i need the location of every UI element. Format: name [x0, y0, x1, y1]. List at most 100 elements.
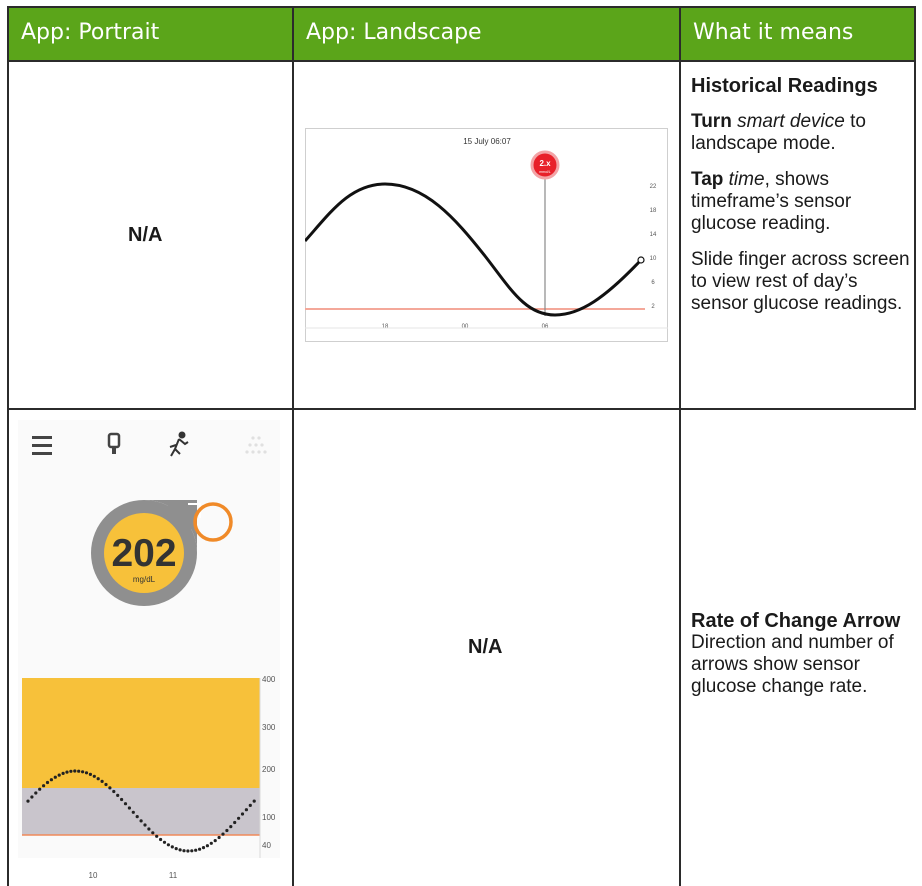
grid-line — [7, 6, 9, 886]
glucose-dot — [174, 847, 178, 851]
curve-end-point — [637, 256, 645, 264]
rate-of-change-description: Rate of Change Arrow Direction and numbe… — [691, 610, 906, 698]
y-tick-label: 40 — [262, 841, 271, 850]
glucose-dot — [190, 849, 194, 853]
menu-icon[interactable] — [32, 436, 52, 455]
glucose-dot — [69, 769, 73, 773]
glucose-dot — [139, 819, 143, 823]
glucose-dot — [244, 808, 248, 812]
glucose-dot — [116, 793, 120, 797]
glucose-dot — [73, 769, 77, 773]
glucose-dot — [248, 803, 252, 807]
y-tick-label: 100 — [262, 813, 276, 822]
glucose-dot — [57, 773, 61, 777]
glucose-dot — [194, 848, 198, 852]
glucose-dot — [65, 770, 69, 774]
glucose-dot — [34, 791, 38, 795]
grid-line — [679, 6, 681, 886]
glucose-dot — [252, 799, 256, 803]
glucose-dot — [42, 784, 46, 788]
glucose-dot — [131, 810, 135, 814]
glucose-dot — [38, 787, 42, 791]
grid-line — [7, 408, 916, 410]
glucose-dot — [201, 846, 206, 850]
glucose-dot — [147, 827, 151, 831]
chart-datetime: 15 July 06:07 — [463, 137, 511, 146]
y-tick-label: 22 — [650, 184, 657, 190]
glucose-dot — [159, 837, 163, 842]
y-tick-label: 14 — [650, 232, 657, 238]
glucose-dot — [221, 832, 225, 836]
grid-line — [292, 6, 294, 886]
glucose-dot — [229, 825, 233, 829]
x-tick-label: 11 — [169, 871, 178, 880]
glucose-dot — [182, 849, 186, 853]
glucose-dot — [233, 820, 237, 825]
glucose-dot — [96, 777, 100, 781]
glucose-dot — [240, 812, 245, 816]
desc-text: Direction and number of arrows show sens… — [691, 632, 894, 697]
glucose-dot — [53, 775, 57, 779]
svg-text:mmol/L: mmol/L — [539, 170, 551, 174]
glucose-dot — [92, 774, 96, 778]
reading-marker: 2.x mmol/L — [530, 150, 560, 180]
grid-line — [914, 6, 916, 410]
glucose-dot — [162, 840, 167, 844]
y-tick-label: 18 — [650, 208, 657, 214]
x-tick-label: 10 — [89, 871, 98, 880]
header-portrait: App: Portrait — [9, 6, 292, 60]
glucose-dot — [120, 797, 124, 802]
desc-step-slide: Slide finger across screen to view rest … — [691, 249, 910, 314]
glucose-dot — [112, 789, 116, 794]
reading-value: 202 — [111, 532, 176, 575]
glucose-dot — [30, 795, 34, 799]
historical-description: Historical Readings Turn smart device to… — [691, 75, 911, 329]
glucose-dot — [108, 786, 112, 790]
y-tick-label: 400 — [262, 675, 276, 684]
glucose-dot — [198, 847, 202, 851]
y-tick-label: 300 — [262, 723, 276, 732]
glucose-dot — [166, 843, 170, 847]
glucose-dot — [45, 780, 50, 785]
desc-title: Historical Readings — [691, 75, 878, 97]
glucose-dot — [237, 816, 241, 820]
glucose-dot — [135, 815, 139, 819]
glucose-dot — [104, 782, 108, 787]
glucose-dot — [88, 772, 92, 776]
desc-step-tap: Tap time, shows timeframe’s sensor gluco… — [691, 169, 852, 234]
glucose-dot — [186, 849, 190, 853]
glucose-dot — [61, 771, 65, 775]
landscape-history-chart: 15 July 06:07 2.x mmol/L 2218141062 18 00… — [305, 128, 668, 342]
glucose-dot — [213, 839, 217, 843]
svg-text:2.x: 2.x — [539, 159, 551, 168]
x-tick-label: 18 — [382, 324, 389, 330]
glucose-dot — [84, 771, 89, 775]
glucose-dot — [205, 844, 209, 848]
desc-title: Rate of Change Arrow — [691, 610, 901, 632]
portrait-na: N/A — [128, 224, 163, 246]
portrait-app-screen: 202 mg/dL 400 300 200 100 40 10 11 — [18, 420, 280, 886]
glucose-dot — [143, 823, 147, 827]
glucose-dot — [127, 806, 131, 810]
glucose-dot — [225, 828, 229, 833]
reading-unit: mg/dL — [133, 575, 156, 584]
glucose-dot — [100, 779, 104, 783]
glucose-dot — [123, 802, 128, 806]
glucose-dot — [151, 831, 155, 835]
glucose-dot — [217, 835, 221, 840]
glucose-dot — [26, 799, 30, 803]
grid-line — [7, 6, 916, 8]
desc-step-turn: Turn smart device to landscape mode. — [691, 111, 866, 154]
y-tick-label: 200 — [262, 765, 276, 774]
x-tick-label: 00 — [462, 324, 469, 330]
glucose-dot — [155, 834, 159, 838]
glucose-dot — [77, 769, 81, 773]
header-landscape: App: Landscape — [294, 6, 679, 60]
glucose-dot — [49, 778, 53, 782]
header-meaning: What it means — [681, 6, 914, 60]
y-tick-label: 10 — [650, 256, 657, 262]
landscape-na: N/A — [468, 636, 503, 658]
glucose-dot — [81, 770, 85, 774]
grid-line — [7, 60, 916, 62]
comparison-table: App: Portrait App: Landscape What it mea… — [0, 0, 922, 886]
